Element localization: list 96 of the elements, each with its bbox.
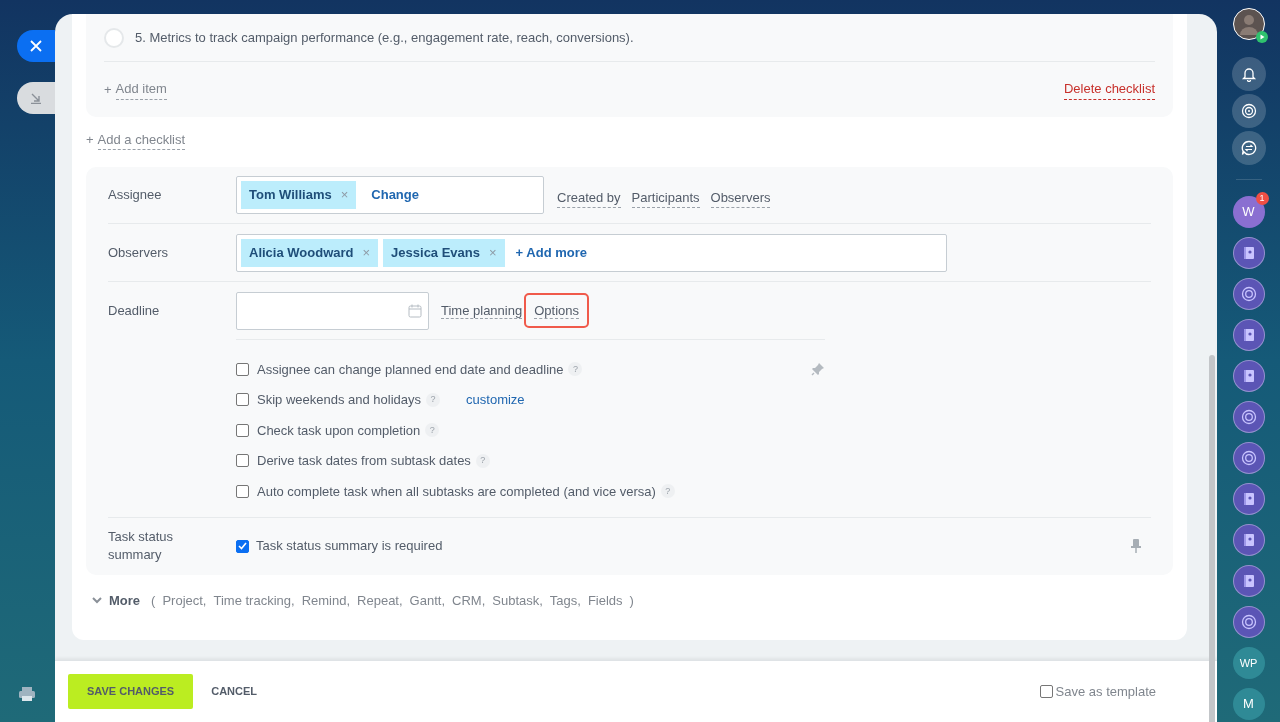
bell-icon (1240, 66, 1257, 82)
item-checkbox[interactable] (104, 27, 124, 48)
more-section-link[interactable]: Subtask, (492, 590, 543, 611)
contact-avatar[interactable]: M (1232, 688, 1265, 720)
more-section-link[interactable]: Tags, (549, 590, 581, 611)
checkbox[interactable] (236, 362, 249, 376)
assignee-field[interactable]: Tom Williams × Change (236, 176, 544, 214)
more-section-link[interactable]: Project, (162, 590, 207, 611)
more-section-link[interactable]: Gantt, (409, 590, 446, 611)
sidebar-button[interactable] (1232, 401, 1265, 433)
option-label: Skip weekends and holidays (257, 391, 422, 409)
checkbox[interactable] (236, 484, 249, 498)
person-silhouette-icon (1239, 13, 1258, 35)
sidebar-button[interactable] (1232, 319, 1265, 351)
help-icon[interactable]: ? (568, 362, 583, 377)
customize-link[interactable]: customize (466, 390, 525, 410)
sidebar-button[interactable] (1231, 94, 1266, 128)
checkbox[interactable] (236, 539, 249, 553)
checkbox[interactable] (236, 454, 249, 468)
role-link[interactable]: Created by (557, 187, 621, 209)
spiral-icon (1240, 409, 1257, 425)
plus-icon: + (104, 79, 112, 100)
help-icon[interactable]: ? (660, 484, 675, 499)
plus-icon: + (86, 130, 94, 150)
sidebar-button[interactable] (1232, 524, 1265, 556)
spiral-icon (1240, 450, 1257, 466)
add-checklist-link[interactable]: Add a checklist (97, 129, 186, 151)
option-label: Auto complete task when all subtasks are completed (and vice versa) (257, 482, 656, 501)
remove-tag-button[interactable]: × (340, 185, 349, 205)
checkbox[interactable] (1039, 685, 1053, 698)
sidebar-button[interactable] (1232, 483, 1265, 515)
remove-tag-button[interactable]: × (362, 242, 371, 263)
spiral-icon (1240, 614, 1257, 630)
save-as-template-label: Save as template (1055, 682, 1156, 701)
play-badge-icon (1255, 31, 1268, 43)
option-label: Assignee can change planned end date and deadline (257, 360, 564, 379)
more-section-link[interactable]: Time tracking, (213, 590, 295, 611)
person-tag: Jessica Evans × (383, 238, 505, 267)
help-icon[interactable]: ? (426, 392, 441, 407)
help-icon[interactable]: ? (425, 423, 440, 438)
minimize-button[interactable] (17, 82, 55, 114)
option-label: Check task upon completion (257, 421, 421, 440)
close-button[interactable] (17, 30, 55, 62)
more-section-link[interactable]: Repeat, (357, 590, 403, 611)
delete-checklist-link[interactable]: Delete checklist (1063, 79, 1155, 100)
field-label: Assignee (108, 186, 163, 205)
sidebar-button[interactable] (1232, 360, 1265, 392)
more-section-link[interactable]: Fields (587, 590, 623, 611)
deadline-link[interactable]: Time planning (441, 300, 523, 321)
avatar-initials: M (1243, 695, 1254, 714)
sidebar-button[interactable] (1232, 278, 1265, 310)
spiral-icon (1240, 286, 1257, 302)
chevron-down-icon (92, 597, 102, 604)
deadline-link[interactable]: Options (526, 294, 587, 327)
avatar-initials: WP (1239, 655, 1258, 671)
minimize-icon (30, 92, 42, 104)
bracket-text: ) (629, 591, 634, 610)
checklist-item-text: 5. Metrics to track campaign performance (e.g., engagement rate, reach, conversions). (135, 28, 634, 47)
spiral-icon (1240, 103, 1257, 119)
field-label: Observers (108, 243, 169, 262)
sidebar-button[interactable] (1231, 57, 1266, 91)
option-label: Derive task dates from subtask dates (257, 452, 471, 470)
date-field[interactable] (236, 291, 429, 330)
printer-icon (19, 687, 35, 701)
role-link[interactable]: Participants (631, 187, 700, 209)
checkbox[interactable] (236, 393, 249, 407)
more-toggle[interactable]: More (109, 590, 141, 611)
add-more-link[interactable]: + Add more (515, 242, 587, 263)
notification-badge: 1 (1255, 192, 1269, 205)
more-section-link[interactable]: Remind, (301, 590, 351, 611)
observers-field[interactable]: Alicia Woodward × Jessica Evans × + Add more (236, 233, 947, 272)
sidebar-button[interactable] (1232, 237, 1265, 269)
cancel-button[interactable]: CANCEL (205, 682, 264, 701)
role-link[interactable]: Observers (710, 187, 771, 209)
avatar-placeholder[interactable] (1232, 8, 1265, 40)
sidebar-button[interactable] (1231, 131, 1266, 165)
field-label: Deadline (108, 301, 161, 320)
calendar-icon (408, 303, 422, 318)
close-icon (30, 40, 42, 52)
bracket-text: ( (151, 591, 156, 610)
chat-icon (1240, 140, 1257, 156)
pin-icon (1131, 539, 1141, 553)
scrollbar-thumb[interactable] (1209, 355, 1215, 722)
more-section-link[interactable]: CRM, (452, 590, 486, 611)
person-tag: Tom Williams × (241, 181, 357, 209)
help-icon[interactable]: ? (475, 453, 490, 468)
save-changes-button[interactable]: SAVE CHANGES (68, 674, 194, 709)
contact-avatar[interactable]: WP (1232, 647, 1265, 679)
summary-label: Task status summary is required (256, 537, 443, 556)
add-item-link[interactable]: Add item (115, 79, 167, 100)
remove-tag-button[interactable]: × (489, 242, 497, 263)
checkbox[interactable] (236, 423, 249, 437)
avatar-initials: W (1242, 203, 1255, 222)
change-link[interactable]: Change (371, 185, 419, 205)
person-tag: Alicia Woodward × (241, 238, 379, 267)
field-label: Task status summary (108, 528, 175, 564)
